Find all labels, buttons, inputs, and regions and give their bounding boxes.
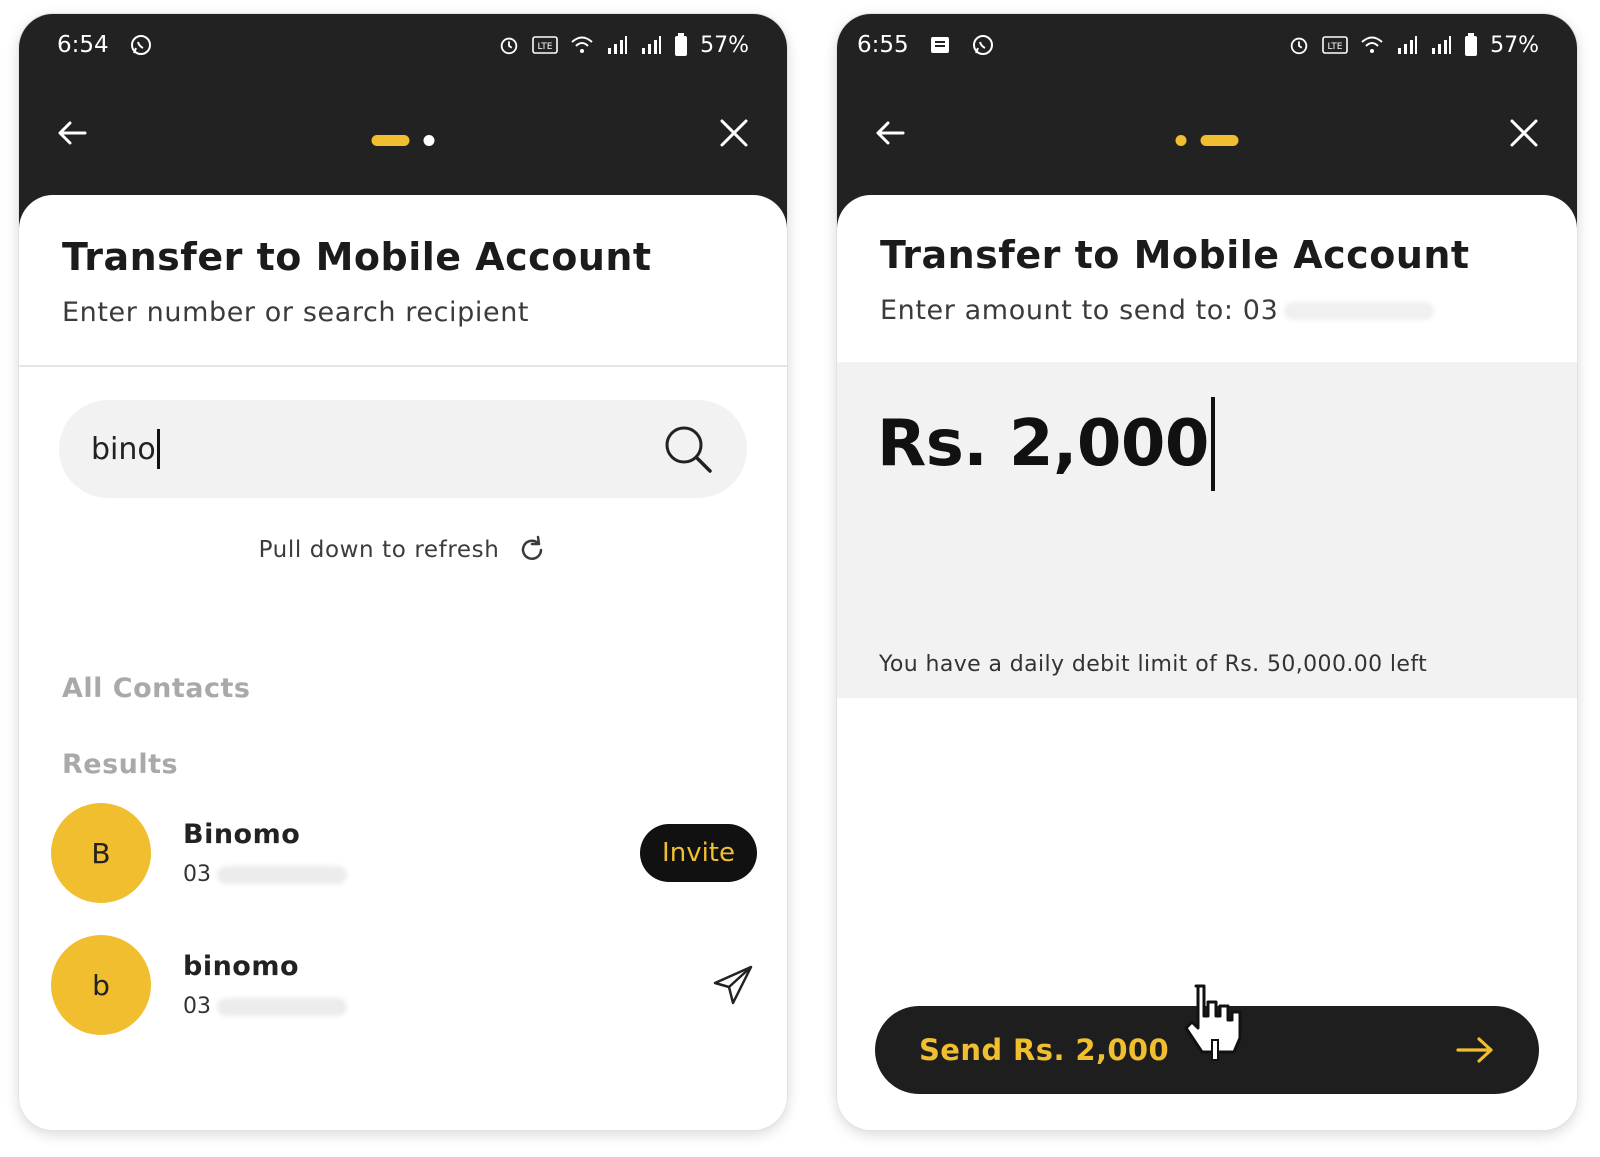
- battery-percent: 57%: [700, 32, 749, 58]
- subtitle-text: Enter amount to send to: 03: [880, 295, 1279, 326]
- status-bar: 6:54 LTE 57%: [19, 14, 787, 76]
- send-button-label: Send Rs. 2,000: [919, 1033, 1170, 1067]
- contact-name: binomo: [183, 951, 300, 982]
- close-icon[interactable]: [717, 116, 751, 150]
- volte-icon: LTE: [532, 36, 558, 54]
- content-sheet: Transfer to Mobile Account Enter number …: [19, 195, 787, 1130]
- step-indicator: [371, 135, 435, 146]
- message-icon: [930, 37, 949, 53]
- signal-icon: [1398, 36, 1418, 54]
- wifi-icon: [571, 36, 593, 53]
- hand-cursor-icon: [1184, 984, 1242, 1061]
- whatsapp-icon: [972, 35, 993, 55]
- contact-number-prefix: 03: [183, 994, 211, 1019]
- sheet-header: Transfer to Mobile Account Enter number …: [19, 195, 787, 367]
- contact-row[interactable]: b binomo 03: [51, 935, 757, 1035]
- amount-value: Rs. 2,000: [877, 407, 1209, 481]
- text-caret: [1210, 397, 1215, 491]
- status-bar: 6:55 LTE 57%: [837, 14, 1577, 76]
- status-time: 6:55: [857, 32, 909, 58]
- contact-info: Binomo 03: [183, 819, 347, 887]
- battery-icon: [675, 33, 688, 56]
- phone-screen-contacts: 6:54 LTE 57% Transfer to Mobile Account …: [19, 14, 787, 1130]
- step-indicator-inactive: [423, 135, 435, 146]
- section-all-contacts: All Contacts: [62, 673, 251, 704]
- content-sheet: Transfer to Mobile Account Enter amount …: [837, 195, 1577, 1130]
- text-caret: [156, 429, 160, 469]
- daily-limit-text: You have a daily debit limit of Rs. 50,0…: [879, 652, 1428, 677]
- step-indicator: [1175, 135, 1239, 146]
- arrow-right-icon: [1456, 1037, 1493, 1063]
- contact-name: Binomo: [183, 819, 301, 850]
- back-arrow-icon[interactable]: [873, 116, 907, 150]
- page-title: Transfer to Mobile Account: [62, 235, 652, 279]
- section-results: Results: [62, 749, 179, 780]
- whatsapp-icon: [130, 35, 151, 55]
- close-icon[interactable]: [1507, 116, 1541, 150]
- contact-row[interactable]: B Binomo 03 Invite: [51, 803, 757, 903]
- page-subtitle: Enter number or search recipient: [62, 297, 530, 328]
- step-indicator-active: [1200, 135, 1239, 146]
- page-subtitle: Enter amount to send to: 03: [880, 295, 1534, 326]
- amount-input[interactable]: Rs. 2,000 You have a daily debit limit o…: [837, 362, 1577, 698]
- alarm-icon: [1290, 37, 1308, 55]
- redacted-number: [217, 997, 347, 1016]
- amount-field[interactable]: Rs. 2,000: [877, 397, 1215, 491]
- status-time: 6:54: [57, 32, 109, 58]
- contact-number-prefix: 03: [183, 862, 211, 887]
- sheet-header: Transfer to Mobile Account Enter amount …: [837, 195, 1577, 360]
- svg-text:LTE: LTE: [538, 42, 553, 52]
- contact-info: binomo 03: [183, 951, 347, 1019]
- signal-icon: [608, 36, 628, 54]
- page-title: Transfer to Mobile Account: [880, 233, 1470, 277]
- svg-text:LTE: LTE: [1328, 42, 1343, 52]
- redacted-number: [217, 865, 347, 884]
- contact-number: 03: [183, 862, 347, 887]
- alarm-icon: [500, 37, 518, 55]
- battery-icon: [1465, 33, 1478, 56]
- refresh-text: Pull down to refresh: [258, 537, 500, 563]
- invite-button[interactable]: Invite: [640, 824, 757, 882]
- search-input[interactable]: bino: [59, 400, 747, 498]
- avatar: b: [51, 935, 151, 1035]
- battery-percent: 57%: [1490, 32, 1539, 58]
- pull-to-refresh[interactable]: Pull down to refresh: [19, 535, 787, 565]
- send-icon[interactable]: [711, 963, 755, 1007]
- signal-icon: [642, 36, 662, 54]
- contact-number: 03: [183, 994, 347, 1019]
- volte-icon: LTE: [1322, 36, 1348, 54]
- phone-screen-amount: 6:55 LTE 57% Transfer to Mobile Account …: [837, 14, 1577, 1130]
- signal-icon: [1432, 36, 1452, 54]
- wifi-icon: [1361, 36, 1383, 53]
- refresh-icon: [522, 535, 543, 560]
- redacted-number: [1284, 301, 1435, 320]
- search-input-value: bino: [91, 431, 156, 467]
- avatar: B: [51, 803, 151, 903]
- step-indicator-active: [371, 135, 410, 146]
- step-indicator-inactive: [1175, 135, 1187, 146]
- back-arrow-icon[interactable]: [55, 116, 89, 150]
- search-icon[interactable]: [661, 422, 715, 476]
